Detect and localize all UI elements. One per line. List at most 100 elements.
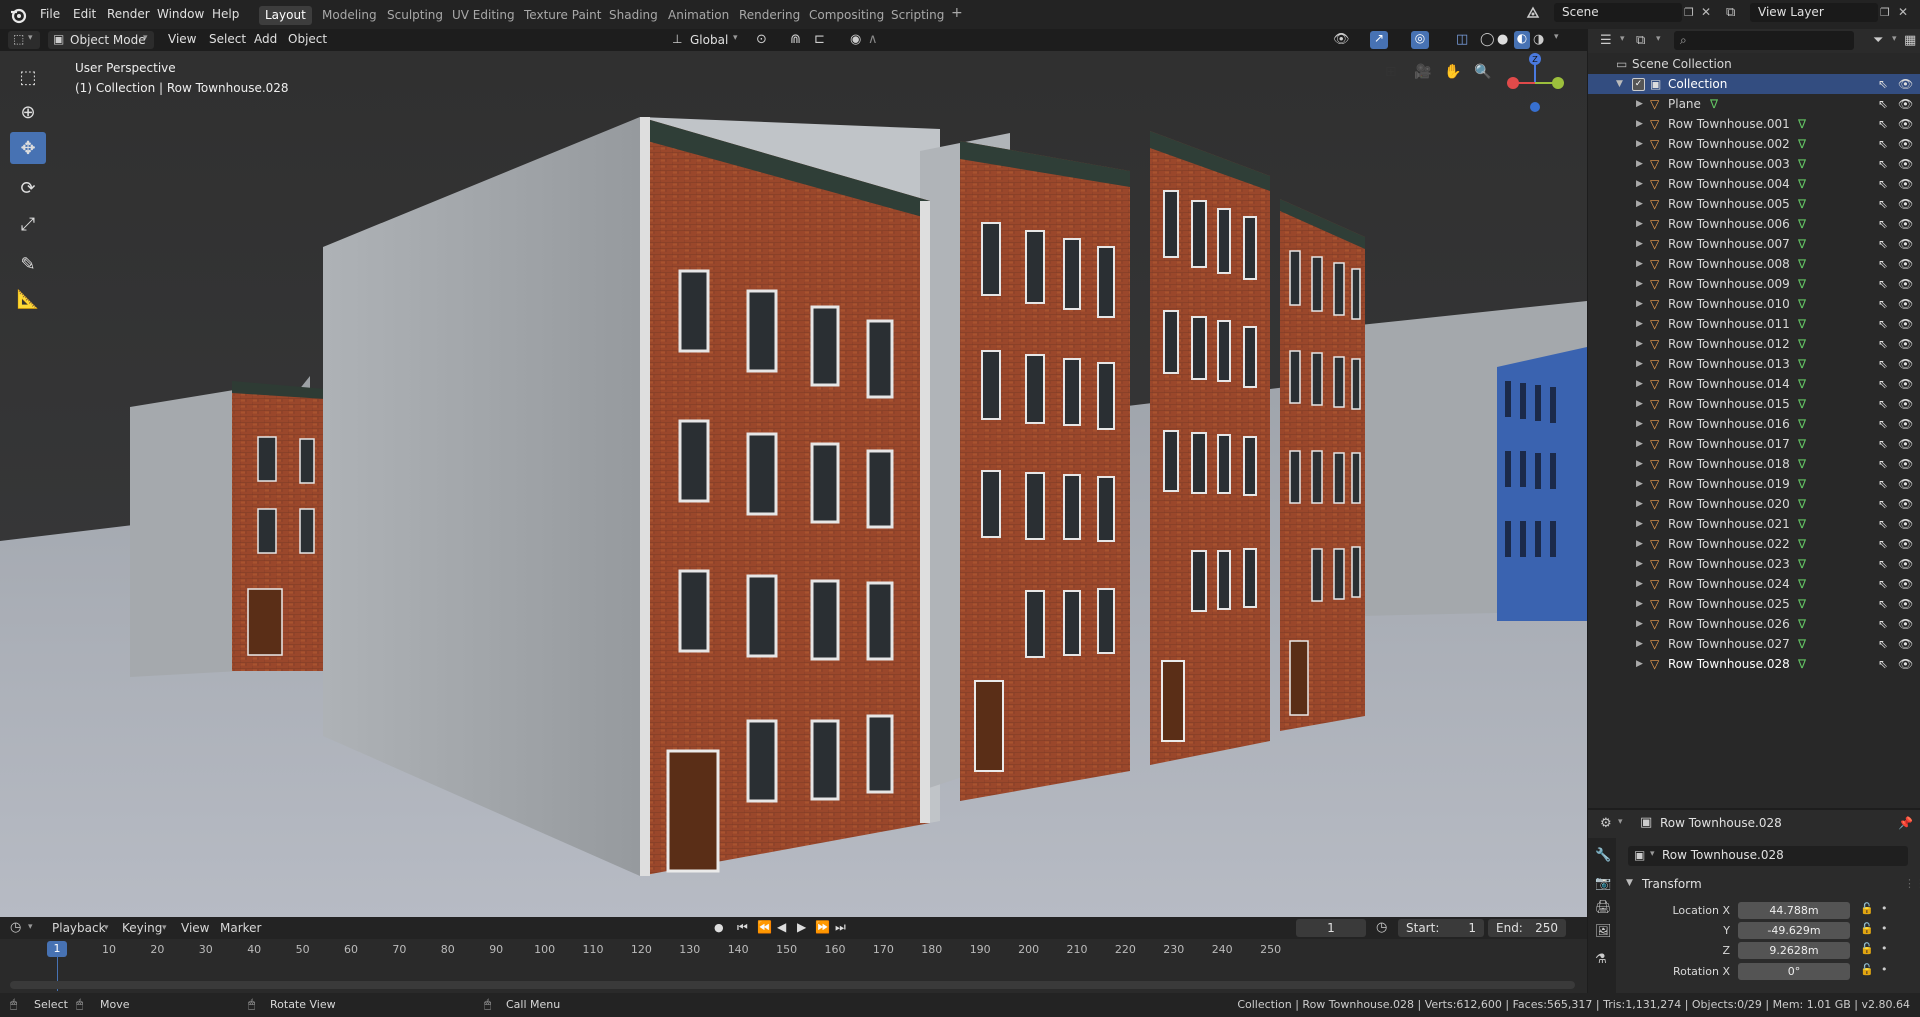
outliner-row[interactable]: ▶ ▽ Row Townhouse.012 ∇ ⇖ 👁 (1588, 334, 1920, 354)
outliner-row[interactable]: ▶ ▽ Row Townhouse.006 ∇ ⇖ 👁 (1588, 214, 1920, 234)
mesh-data-icon[interactable]: ∇ (1798, 154, 1806, 174)
eye-icon[interactable]: 👁 (1898, 374, 1913, 394)
eye-icon[interactable]: 👁 (1898, 574, 1913, 594)
timeline-editor-icon[interactable]: ◷ (10, 920, 21, 935)
selectable-arrow-icon[interactable]: ⇖ (1878, 474, 1888, 494)
expand-arrow-icon[interactable]: ▶ (1636, 214, 1643, 234)
expand-arrow-icon[interactable]: ▶ (1636, 134, 1643, 154)
mesh-data-icon[interactable]: ∇ (1798, 314, 1806, 334)
timeline-menu-playback[interactable]: Playback (52, 921, 106, 935)
expand-arrow-icon[interactable]: ▶ (1636, 174, 1643, 194)
eye-icon[interactable]: 👁 (1898, 194, 1913, 214)
snap-target-icon[interactable]: ⊏ (814, 32, 825, 47)
view-layer-selector[interactable]: View Layer (1750, 3, 1878, 22)
toggle-perspective-icon[interactable]: ⊞ (1385, 64, 1397, 80)
close-view-layer-icon[interactable]: ✕ (1898, 5, 1908, 19)
outliner-row[interactable]: ▶ ▽ Row Townhouse.021 ∇ ⇖ 👁 (1588, 514, 1920, 534)
transform-value-field[interactable]: 44.788m (1738, 902, 1850, 919)
outliner-row[interactable]: ▶ ▽ Row Townhouse.009 ∇ ⇖ 👁 (1588, 274, 1920, 294)
timeline-menu-marker[interactable]: Marker (220, 921, 261, 935)
blender-logo-icon[interactable] (9, 6, 27, 24)
chevron-down-icon[interactable]: ▾ (1892, 34, 1897, 44)
falloff-icon[interactable]: ∧ (868, 32, 878, 47)
transform-panel-header[interactable]: ▼ Transform ⋮⋮ (1616, 874, 1920, 896)
display-mode-icon[interactable]: ⧉ (1636, 33, 1645, 48)
gizmo-toggle-icon[interactable]: ↗ (1370, 31, 1388, 49)
zoom-icon[interactable]: 🔍 (1474, 64, 1491, 80)
outliner-row-scene-collection[interactable]: ▭ Scene Collection (1588, 54, 1920, 74)
axis-gizmo[interactable]: Z (1503, 51, 1569, 137)
expand-arrow-icon[interactable]: ▶ (1636, 114, 1643, 134)
expand-arrow-icon[interactable]: ▶ (1636, 474, 1643, 494)
eye-icon[interactable]: 👁 (1898, 174, 1913, 194)
expand-arrow-icon[interactable]: ▶ (1636, 394, 1643, 414)
scale-tool[interactable]: ⤢ (10, 208, 46, 240)
eye-icon[interactable]: 👁 (1898, 234, 1913, 254)
eye-icon[interactable]: 👁 (1898, 594, 1913, 614)
expand-arrow-icon[interactable]: ▶ (1636, 614, 1643, 634)
expand-arrow-icon[interactable]: ▶ (1636, 534, 1643, 554)
outliner-row[interactable]: ▶ ▽ Row Townhouse.025 ∇ ⇖ 👁 (1588, 594, 1920, 614)
selectable-arrow-icon[interactable]: ⇖ (1878, 454, 1888, 474)
preview-range-icon[interactable]: ◷ (1376, 920, 1387, 935)
outliner-row[interactable]: ▶ ▽ Row Townhouse.017 ∇ ⇖ 👁 (1588, 434, 1920, 454)
scene-selector[interactable]: Scene (1554, 3, 1682, 22)
jump-start-icon[interactable]: ⏮ (737, 920, 748, 935)
copy-scene-icon[interactable]: ❐ (1684, 6, 1694, 19)
annotate-tool[interactable]: ✎ (10, 248, 46, 280)
eye-icon[interactable]: 👁 (1898, 114, 1913, 134)
solid-shading-icon[interactable]: ● (1497, 32, 1508, 47)
menu-edit[interactable]: Edit (73, 7, 96, 21)
drag-handle-icon[interactable]: ⋮⋮ (1904, 877, 1920, 890)
snap-icon[interactable]: ⋒ (790, 32, 801, 47)
selectable-arrow-icon[interactable]: ⇖ (1878, 514, 1888, 534)
filter-icon[interactable]: ⏷ (1873, 33, 1883, 48)
lock-icon[interactable]: 🔓 (1860, 963, 1874, 976)
cursor-tool[interactable]: ⊕ (10, 96, 46, 128)
mesh-data-icon[interactable]: ∇ (1798, 214, 1806, 234)
selectable-arrow-icon[interactable]: ⇖ (1878, 274, 1888, 294)
outliner-row[interactable]: ▶ ▽ Row Townhouse.024 ∇ ⇖ 👁 (1588, 574, 1920, 594)
selectable-arrow-icon[interactable]: ⇖ (1878, 174, 1888, 194)
outliner-row[interactable]: ▶ ▽ Row Townhouse.011 ∇ ⇖ 👁 (1588, 314, 1920, 334)
eye-icon[interactable]: 👁 (1898, 614, 1913, 634)
selectable-arrow-icon[interactable]: ⇖ (1878, 434, 1888, 454)
selectable-arrow-icon[interactable]: ⇖ (1878, 534, 1888, 554)
tab-rendering[interactable]: Rendering (733, 6, 806, 25)
expand-arrow-icon[interactable]: ▶ (1636, 234, 1643, 254)
mesh-data-icon[interactable]: ∇ (1798, 134, 1806, 154)
tab-texture-paint[interactable]: Texture Paint (518, 6, 607, 25)
eye-icon[interactable]: 👁 (1898, 354, 1913, 374)
selectable-arrow-icon[interactable]: ⇖ (1878, 154, 1888, 174)
visibility-icon[interactable]: 👁 (1333, 32, 1350, 47)
next-keyframe-icon[interactable]: ⏩ (815, 920, 830, 934)
object-data-icon[interactable]: ▣ (1634, 848, 1645, 862)
eye-icon[interactable]: 👁 (1898, 134, 1913, 154)
expand-arrow-icon[interactable]: ▶ (1636, 654, 1643, 674)
overlay-toggle-icon[interactable]: ◎ (1411, 31, 1429, 49)
mesh-data-icon[interactable]: ∇ (1798, 634, 1806, 654)
chevron-down-icon[interactable]: ▾ (1620, 34, 1625, 44)
xray-icon[interactable]: ◫ (1456, 32, 1468, 47)
selectable-arrow-icon[interactable]: ⇖ (1878, 654, 1888, 674)
eye-icon[interactable]: 👁 (1898, 474, 1913, 494)
scene-tab-icon[interactable]: ⚗ (1595, 952, 1607, 967)
lock-icon[interactable]: 🔓 (1860, 922, 1874, 935)
transform-value-field[interactable]: -49.629m (1738, 922, 1850, 939)
timeline-scrollbar[interactable] (10, 981, 1575, 989)
expand-arrow-icon[interactable]: ▶ (1636, 374, 1643, 394)
mesh-data-icon[interactable]: ∇ (1710, 94, 1718, 114)
tab-shading[interactable]: Shading (603, 6, 664, 25)
selectable-arrow-icon[interactable]: ⇖ (1878, 294, 1888, 314)
properties-editor-icon[interactable]: ⚙ (1600, 816, 1612, 831)
start-frame-field[interactable]: Start: 1 (1398, 919, 1484, 937)
rotate-tool[interactable]: ⟳ (10, 172, 46, 204)
selectable-arrow-icon[interactable]: ⇖ (1878, 554, 1888, 574)
mesh-data-icon[interactable]: ∇ (1798, 594, 1806, 614)
mesh-data-icon[interactable]: ∇ (1798, 354, 1806, 374)
chevron-down-icon[interactable]: ▾ (104, 923, 109, 933)
camera-view-icon[interactable]: 🎥 (1414, 64, 1431, 80)
keyframe-dot-icon[interactable]: • (1881, 902, 1888, 915)
lock-icon[interactable]: 🔓 (1860, 942, 1874, 955)
outliner-row[interactable]: ▶ ▽ Row Townhouse.008 ∇ ⇖ 👁 (1588, 254, 1920, 274)
